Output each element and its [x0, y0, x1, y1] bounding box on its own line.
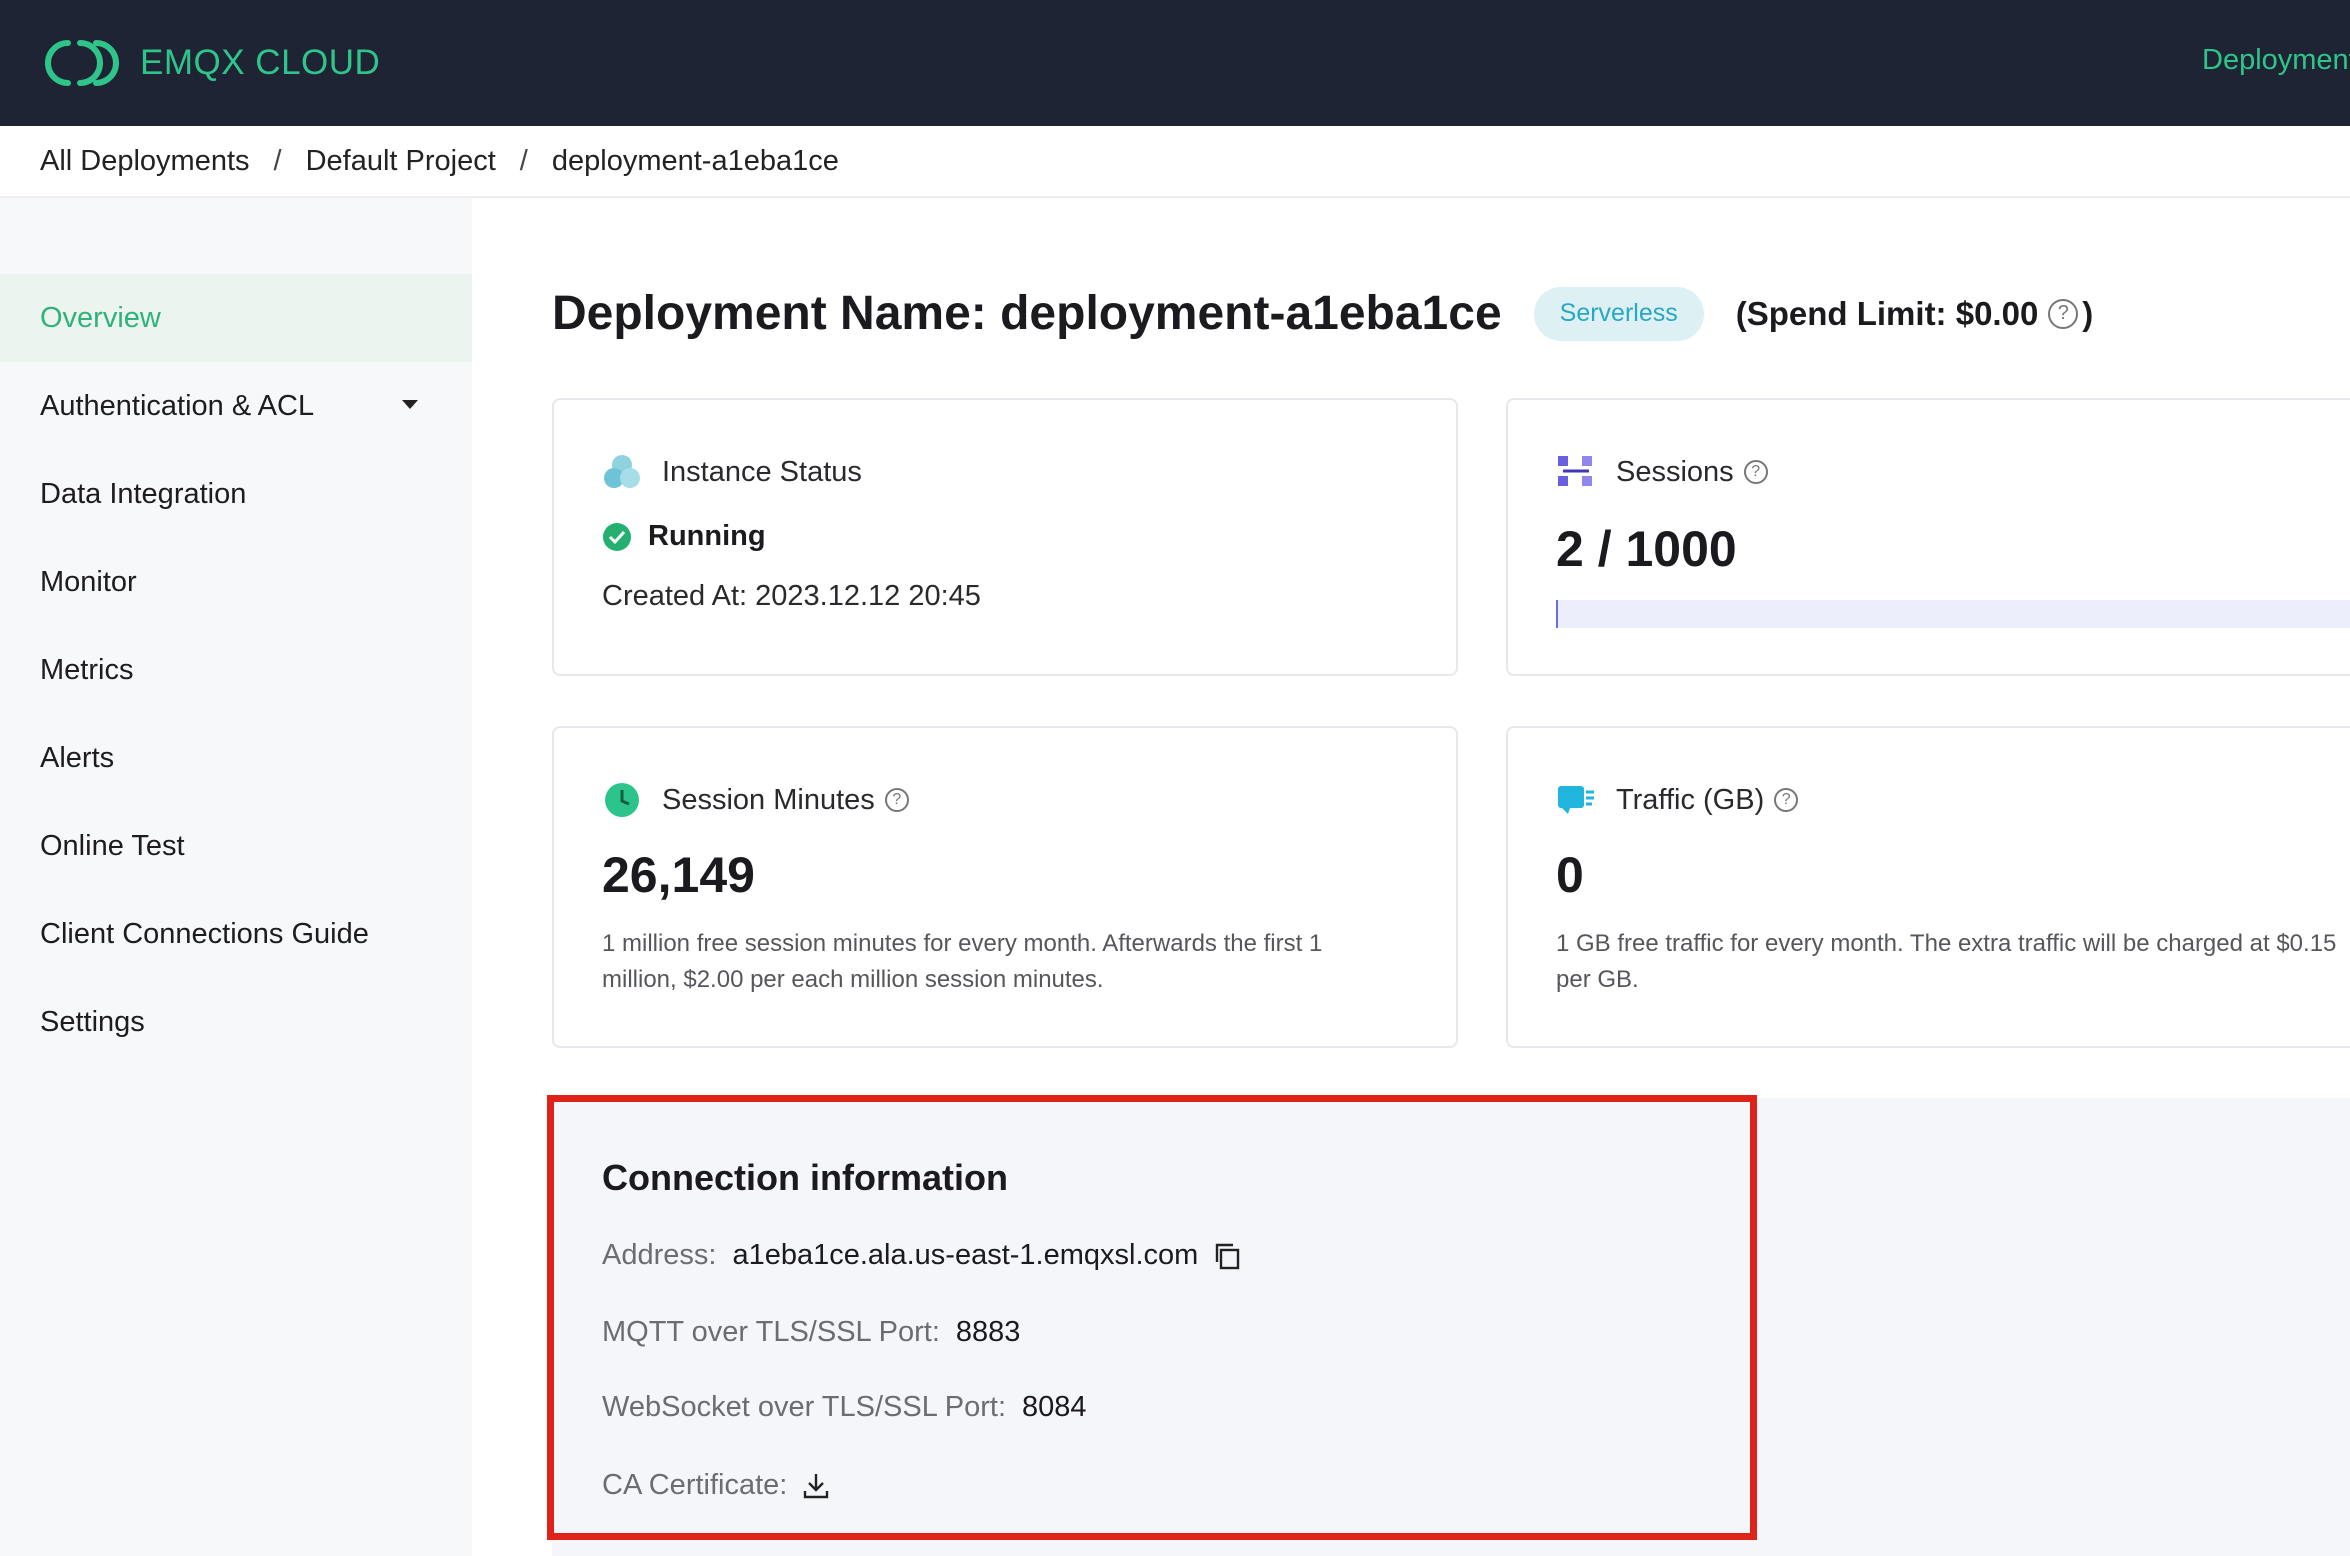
top-nav-deployments[interactable]: Deployments — [2202, 44, 2350, 77]
breadcrumb-default-project[interactable]: Default Project — [306, 145, 496, 178]
sidebar-item-data-integration[interactable]: Data Integration — [0, 450, 472, 538]
mqtt-port-label: MQTT over TLS/SSL Port: — [602, 1316, 940, 1348]
sidebar-item-client-connections-guide[interactable]: Client Connections Guide — [0, 890, 472, 978]
sidebar-item-label: Online Test — [40, 829, 185, 862]
sidebar-item-label: Alerts — [40, 741, 115, 774]
sidebar-item-metrics[interactable]: Metrics — [0, 626, 472, 714]
card-label: Instance Status — [662, 455, 862, 488]
traffic-card: Traffic (GB) ? 0 1 GB free traffic for e… — [1506, 726, 2350, 1048]
plan-badge: Serverless — [1533, 286, 1704, 341]
sidebar-item-label: Client Connections Guide — [40, 917, 369, 950]
card-label: Sessions — [1616, 455, 1734, 488]
main-content: Deployment Name: deployment-a1eba1ce Ser… — [472, 198, 2350, 1556]
spend-limit-close: ) — [2082, 294, 2094, 332]
address-value: a1eba1ce.ala.us-east-1.emqxsl.com — [732, 1239, 1199, 1271]
sidebar-item-label: Overview — [40, 301, 161, 334]
card-label: Traffic (GB) — [1616, 783, 1765, 816]
sidebar-item-online-test[interactable]: Online Test — [0, 802, 472, 890]
copy-icon[interactable] — [1212, 1241, 1242, 1271]
sessions-card: Sessions ? 2 / 1000 — [1506, 398, 2350, 676]
sessions-value: 2 / 1000 — [1556, 521, 1737, 577]
session-minutes-value: 26,149 — [602, 847, 755, 903]
traffic-value: 0 — [1556, 847, 1584, 903]
connection-title: Connection information — [602, 1157, 1008, 1198]
breadcrumb-current-deployment: deployment-a1eba1ce — [551, 144, 839, 177]
sidebar-item-alerts[interactable]: Alerts — [0, 714, 472, 802]
mqtt-port-value: 8883 — [955, 1316, 1021, 1348]
ca-certificate-label: CA Certificate: — [602, 1469, 788, 1501]
sidebar-item-label: Authentication & ACL — [40, 389, 315, 422]
download-icon[interactable] — [801, 1471, 831, 1501]
sidebar-item-label: Data Integration — [40, 477, 247, 510]
instance-cluster-icon — [602, 452, 642, 492]
brand-logo[interactable]: EMQX CLOUD — [38, 37, 380, 89]
connection-information-panel: Connection information Address: a1eba1ce… — [547, 1095, 1757, 1540]
breadcrumb: All Deployments / Default Project / depl… — [0, 126, 2350, 198]
card-header: Sessions ? — [1556, 452, 1768, 492]
caret-down-icon[interactable] — [402, 400, 418, 409]
breadcrumb-separator: / — [519, 144, 528, 177]
card-header: Session Minutes ? — [602, 780, 909, 820]
clock-icon — [602, 780, 642, 820]
spend-limit-text: (Spend Limit: $0.00 — [1735, 294, 2039, 332]
help-icon[interactable]: ? — [2048, 298, 2079, 329]
session-minutes-description: 1 million free session minutes for every… — [602, 930, 1323, 993]
sessions-icon — [1556, 452, 1596, 492]
address-row: Address: a1eba1ce.ala.us-east-1.emqxsl.c… — [602, 1239, 1242, 1272]
sessions-progress-fill — [1556, 600, 1558, 628]
sidebar-item-overview[interactable]: Overview — [0, 274, 472, 362]
sidebar-item-monitor[interactable]: Monitor — [0, 538, 472, 626]
sidebar-item-label: Metrics — [40, 653, 134, 686]
breadcrumb-all-deployments[interactable]: All Deployments — [40, 145, 250, 178]
status-text: Running — [648, 520, 766, 552]
traffic-description: 1 GB free traffic for every month. The e… — [1556, 930, 2337, 993]
title-row: Deployment Name: deployment-a1eba1ce Ser… — [552, 286, 2093, 341]
help-icon[interactable]: ? — [884, 788, 909, 812]
brand-name: EMQX CLOUD — [140, 43, 381, 82]
created-at: Created At: 2023.12.12 20:45 — [602, 580, 981, 612]
help-icon[interactable]: ? — [1774, 788, 1799, 812]
emqx-logo-icon — [45, 40, 119, 86]
top-bar: EMQX CLOUD Deployments — [0, 0, 2350, 126]
websocket-port-label: WebSocket over TLS/SSL Port: — [602, 1391, 1007, 1423]
websocket-port-row: WebSocket over TLS/SSL Port: 8084 — [602, 1391, 1087, 1424]
card-label: Session Minutes — [662, 783, 875, 816]
check-circle-icon — [603, 522, 631, 551]
websocket-port-value: 8084 — [1022, 1391, 1087, 1423]
session-minutes-card: Session Minutes ? 26,149 1 million free … — [552, 726, 1458, 1048]
sidebar-item-settings[interactable]: Settings — [0, 978, 472, 1066]
card-header: Traffic (GB) ? — [1556, 780, 1799, 820]
spend-limit: (Spend Limit: $0.00 ? ) — [1736, 295, 2094, 333]
help-icon[interactable]: ? — [1743, 460, 1768, 484]
mqtt-port-row: MQTT over TLS/SSL Port: 8883 — [602, 1316, 1020, 1349]
address-label: Address: — [602, 1239, 717, 1271]
sidebar-item-authentication-acl[interactable]: Authentication & ACL — [0, 362, 472, 450]
sessions-progress — [1556, 600, 2350, 628]
breadcrumb-separator: / — [273, 144, 282, 177]
instance-status: Running — [602, 520, 766, 553]
instance-status-card: Instance Status Running Created At: 2023… — [552, 398, 1458, 676]
card-header: Instance Status — [602, 452, 862, 492]
sidebar: Overview Authentication & ACL Data Integ… — [0, 198, 472, 1556]
sidebar-item-label: Settings — [40, 1005, 145, 1038]
sidebar-item-label: Monitor — [40, 565, 137, 598]
ca-certificate-row: CA Certificate: — [602, 1469, 831, 1502]
page-title: Deployment Name: deployment-a1eba1ce — [552, 287, 1502, 340]
traffic-icon — [1556, 780, 1596, 820]
